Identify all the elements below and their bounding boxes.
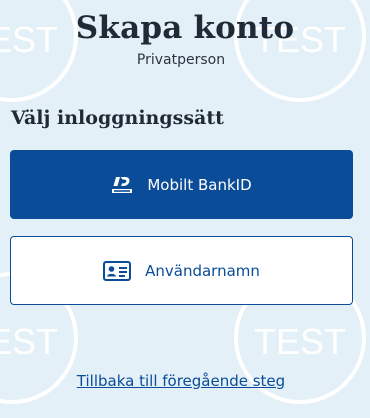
id-card-icon bbox=[103, 260, 132, 281]
back-link[interactable]: Tillbaka till föregående steg bbox=[0, 372, 362, 390]
login-method-heading: Välj inloggningssätt bbox=[11, 107, 224, 129]
bankid-logo-icon bbox=[111, 175, 133, 195]
page-title: Skapa konto bbox=[75, 10, 295, 46]
mobile-bankid-label: Mobilt BankID bbox=[147, 175, 252, 194]
page-subtitle: Privatperson bbox=[136, 52, 226, 68]
mobile-bankid-button[interactable]: Mobilt BankID bbox=[10, 150, 353, 219]
signup-panel: Skapa konto Privatperson Välj inloggning… bbox=[0, 0, 370, 418]
username-button[interactable]: Användarnamn bbox=[10, 236, 353, 305]
username-label: Användarnamn bbox=[145, 261, 260, 280]
